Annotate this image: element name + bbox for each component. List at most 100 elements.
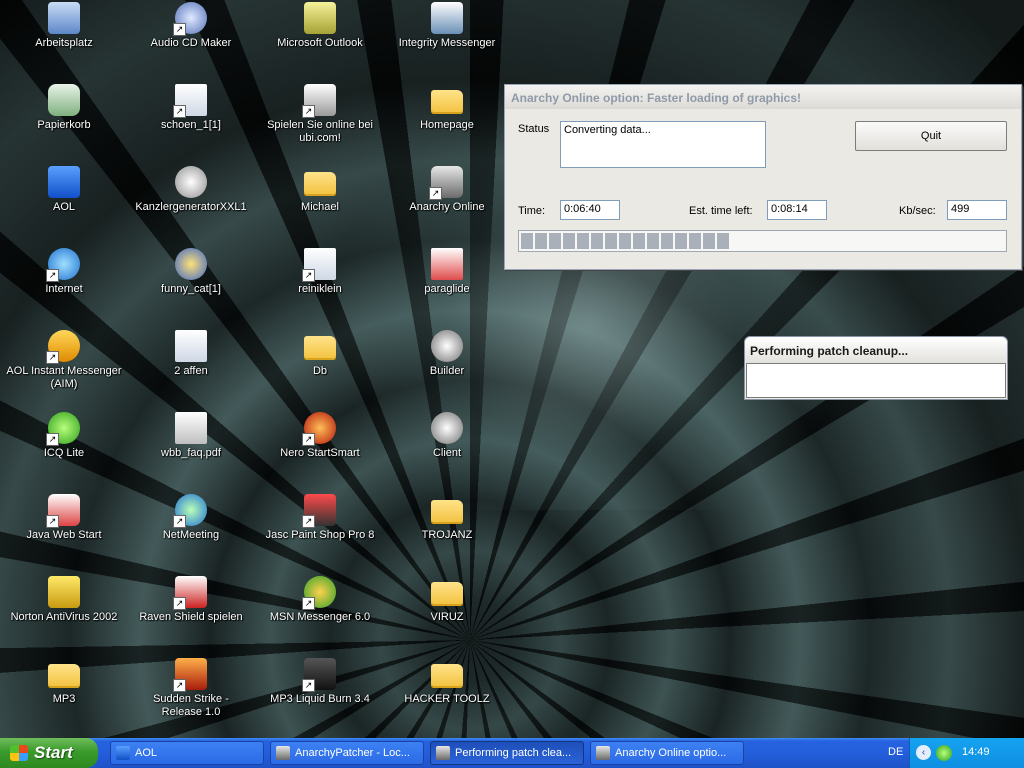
desktop-icon-papierkorb[interactable]: Papierkorb [6, 84, 122, 132]
cleanup-window: Performing patch cleanup... [744, 336, 1008, 400]
icon-label: VIRUZ [430, 611, 464, 623]
quit-button[interactable]: Quit [855, 121, 1007, 151]
progress-segment [689, 233, 701, 249]
desktop-icon-hacker-toolz[interactable]: HACKER TOOLZ [389, 658, 505, 706]
desktop-icon-arbeitsplatz[interactable]: Arbeitsplatz [6, 2, 122, 50]
icon-label: wbb_faq.pdf [161, 447, 221, 459]
icon-label: Michael [301, 201, 339, 213]
desktop-icon-outlook[interactable]: Microsoft Outlook [262, 2, 378, 50]
patcher-title[interactable]: Anarchy Online option: Faster loading of… [505, 85, 1021, 109]
icon-label: AOL [52, 201, 75, 213]
progress-segment [605, 233, 617, 249]
desktop-icon-msn[interactable]: MSN Messenger 6.0 [262, 576, 378, 624]
desktop-icon-icq-lite[interactable]: ICQ Lite [6, 412, 122, 460]
icon-label: Anarchy Online [409, 201, 485, 213]
taskbar-item-anarchy-option[interactable]: Anarchy Online optio... [590, 741, 744, 765]
icon-label: funny_cat[1] [161, 283, 221, 295]
flash-icon [175, 166, 207, 198]
desktop-icon-trojanz[interactable]: TROJANZ [389, 494, 505, 542]
desktop-icon-funny-cat[interactable]: funny_cat[1] [133, 248, 249, 296]
aol-icon [48, 166, 80, 198]
icon-label: AOL Instant Messenger (AIM) [6, 365, 122, 390]
icon-label: Jasc Paint Shop Pro 8 [265, 529, 375, 541]
progress-segment [521, 233, 533, 249]
desktop-icon-wbb-faq[interactable]: wbb_faq.pdf [133, 412, 249, 460]
icon-label: 2 affen [174, 365, 208, 377]
progress-segment [591, 233, 603, 249]
nero-icon [302, 412, 336, 446]
icon-label: MP3 Liquid Burn 3.4 [270, 693, 370, 705]
icon-label: Norton AntiVirus 2002 [10, 611, 118, 623]
language-indicator[interactable]: DE [888, 746, 903, 758]
taskbar-item-aol[interactable]: AOL [110, 741, 264, 765]
icon-label: MP3 [52, 693, 76, 705]
desktop-icon-norton[interactable]: Norton AntiVirus 2002 [6, 576, 122, 624]
desktop-icon-audio-cd-maker[interactable]: Audio CD Maker [133, 2, 249, 50]
desktop-icon-nero[interactable]: Nero StartSmart [262, 412, 378, 460]
java-icon [46, 494, 80, 528]
desktop-icon-michael[interactable]: Michael [262, 166, 378, 214]
icon-label: reiniklein [298, 283, 342, 295]
progress-segment [549, 233, 561, 249]
desktop-icon-builder[interactable]: Builder [389, 330, 505, 378]
progress-segment [717, 233, 729, 249]
desktop-icon-db[interactable]: Db [262, 330, 378, 378]
anarchy-online-icon [429, 166, 463, 200]
icon-label: Nero StartSmart [280, 447, 360, 459]
icon-label: Internet [45, 283, 83, 295]
desktop-icon-viruz[interactable]: VIRUZ [389, 576, 505, 624]
icon-label: TROJANZ [421, 529, 473, 541]
taskbar-item-patch-cleanup[interactable]: Performing patch clea... [430, 741, 584, 765]
clock: 14:49 [962, 746, 990, 758]
desktop-icon-schoen[interactable]: schoen_1[1] [133, 84, 249, 132]
anarchy-online-icon [436, 746, 450, 760]
desktop-icon-2-affen[interactable]: 2 affen [133, 330, 249, 378]
icon-label: Sudden Strike - Release 1.0 [153, 693, 229, 718]
kb-sec-label: Kb/sec: [899, 205, 936, 217]
progress-segment [577, 233, 589, 249]
icon-label: Db [312, 365, 328, 377]
messenger-icon [431, 2, 463, 34]
cleanup-title[interactable]: Performing patch cleanup... [745, 337, 1007, 363]
builder-icon [431, 330, 463, 362]
desktop-icon-aim[interactable]: AOL Instant Messenger (AIM) [6, 330, 122, 391]
progress-segment [619, 233, 631, 249]
folder-icon [48, 664, 80, 688]
media-icon [175, 248, 207, 280]
desktop-icon-liquid-burn[interactable]: MP3 Liquid Burn 3.4 [262, 658, 378, 706]
icon-label: ICQ Lite [43, 447, 85, 459]
desktop-icon-java-web-start[interactable]: Java Web Start [6, 494, 122, 542]
desktop-icon-homepage[interactable]: Homepage [389, 84, 505, 132]
folder-icon [431, 500, 463, 524]
desktop-icon-kanzlergenerator[interactable]: KanzlergeneratorXXL1 [133, 166, 249, 214]
desktop-icon-reiniklein[interactable]: reiniklein [262, 248, 378, 296]
desktop-icon-raven-shield[interactable]: Raven Shield spielen [133, 576, 249, 624]
desktop-icon-netmeeting[interactable]: NetMeeting [133, 494, 249, 542]
paint-shop-pro-icon [302, 494, 336, 528]
icon-label: MSN Messenger 6.0 [269, 611, 371, 623]
chevron-left-icon[interactable]: ‹ [916, 745, 931, 760]
desktop-icon-client[interactable]: Client [389, 412, 505, 460]
desktop-icon-paraglide[interactable]: paraglide [389, 248, 505, 296]
desktop-icon-mp3[interactable]: MP3 [6, 658, 122, 706]
desktop-icon-anarchy-online[interactable]: Anarchy Online [389, 166, 505, 214]
start-button[interactable]: Start [0, 738, 98, 768]
taskbar-item-anarchy-patcher[interactable]: AnarchyPatcher - Loc... [270, 741, 424, 765]
icon-label: NetMeeting [162, 529, 220, 541]
internet-explorer-icon [46, 248, 80, 282]
desktop-icon-aol[interactable]: AOL [6, 166, 122, 214]
icq-tray-icon[interactable] [936, 745, 952, 761]
desktop-icon-integrity-messenger[interactable]: Integrity Messenger [389, 2, 505, 50]
cd-icon [173, 2, 207, 36]
desktop-icon-paint-shop-pro[interactable]: Jasc Paint Shop Pro 8 [262, 494, 378, 542]
progress-segment [535, 233, 547, 249]
icon-label: KanzlergeneratorXXL1 [135, 201, 247, 213]
icon-label: Builder [429, 365, 465, 377]
desktop-icon-internet[interactable]: Internet [6, 248, 122, 296]
progress-segment [675, 233, 687, 249]
progress-fill [521, 233, 1004, 249]
desktop-icon-sudden-strike[interactable]: Sudden Strike - Release 1.0 [133, 658, 249, 719]
patcher-window: Anarchy Online option: Faster loading of… [504, 84, 1022, 270]
progress-segment [633, 233, 645, 249]
desktop-icon-ubi[interactable]: Spielen Sie online bei ubi.com! [262, 84, 378, 145]
